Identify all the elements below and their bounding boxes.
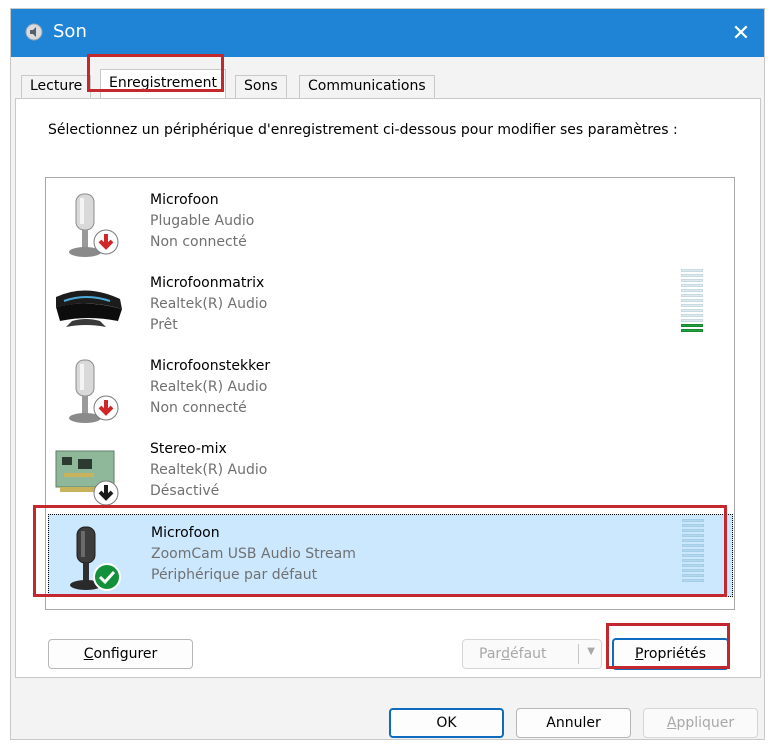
level-segment (682, 569, 704, 572)
level-segment (682, 554, 704, 557)
level-segment (681, 279, 703, 282)
microphone-icon (70, 526, 121, 591)
tab-lecture[interactable]: Lecture (21, 75, 92, 99)
device-driver: Plugable Audio (150, 213, 255, 229)
level-segment (682, 529, 704, 532)
level-segment (681, 274, 703, 277)
chevron-down-icon[interactable]: ▼ (587, 646, 595, 657)
title-bar[interactable]: Son ✕ (11, 9, 764, 57)
device-name: Microfoon (150, 192, 219, 208)
close-icon: ✕ (731, 20, 751, 46)
split-divider (578, 644, 579, 664)
level-segment (682, 544, 704, 547)
level-segment (681, 309, 703, 312)
device-name: Stereo-mix (150, 441, 227, 457)
level-segment (681, 324, 703, 327)
set-default-button[interactable]: Par d éfaut ▼ (462, 639, 602, 669)
close-button[interactable]: ✕ (718, 9, 764, 57)
list-item-selected[interactable]: Microfoon ZoomCam USB Audio Stream Périp… (48, 514, 733, 597)
level-segment (682, 534, 704, 537)
microphone-icon (69, 359, 119, 423)
level-segment (681, 269, 703, 272)
level-segment (681, 294, 703, 297)
level-segment (682, 519, 704, 522)
level-segment (681, 289, 703, 292)
level-segment (682, 539, 704, 542)
microphone-array-icon (56, 290, 122, 327)
device-driver: Realtek(R) Audio (150, 379, 268, 395)
sound-card-icon (55, 450, 119, 506)
device-driver: Realtek(R) Audio (150, 296, 268, 312)
level-meter (681, 269, 705, 335)
window-title: Son (53, 21, 87, 42)
instruction-text: Sélectionnez un périphérique d'enregistr… (48, 122, 678, 138)
device-status: Désactivé (150, 483, 220, 499)
recording-panel: Sélectionnez un périphérique d'enregistr… (15, 98, 761, 678)
speaker-icon (25, 23, 43, 41)
properties-button[interactable]: Propriétés (612, 638, 729, 670)
level-segment (682, 559, 704, 562)
ok-button[interactable]: OK (389, 708, 504, 738)
device-name: Microfoon (151, 525, 220, 541)
level-segment (681, 319, 703, 322)
device-driver: ZoomCam USB Audio Stream (151, 546, 356, 562)
device-status: Périphérique par défaut (151, 567, 318, 583)
level-segment (682, 574, 704, 577)
level-segment (682, 579, 704, 582)
level-segment (682, 524, 704, 527)
level-segment (681, 314, 703, 317)
level-segment (682, 564, 704, 567)
device-name: Microfoonstekker (150, 358, 271, 374)
device-driver: Realtek(R) Audio (150, 462, 268, 478)
tab-communications[interactable]: Communications (299, 75, 435, 99)
level-segment (681, 284, 703, 287)
device-name: Microfoonmatrix (150, 275, 265, 291)
device-status: Non connecté (150, 234, 247, 250)
device-list[interactable]: Microfoon Plugable Audio Non connecté Mi… (45, 177, 735, 610)
level-segment (681, 329, 703, 332)
cancel-button[interactable]: Annuler (516, 708, 631, 738)
list-item[interactable]: Microfoonmatrix Realtek(R) Audio Prêt (48, 265, 733, 348)
list-item[interactable]: Microfoon Plugable Audio Non connecté (48, 182, 733, 265)
tab-enregistrement[interactable]: Enregistrement (100, 69, 227, 99)
device-status: Non connecté (150, 400, 247, 416)
device-status: Prêt (150, 317, 178, 333)
list-item[interactable]: Stereo-mix Realtek(R) Audio Désactivé (48, 431, 733, 514)
apply-button[interactable]: Appliquer (643, 708, 758, 738)
list-item[interactable]: Microfoonstekker Realtek(R) Audio Non co… (48, 348, 733, 431)
level-segment (681, 299, 703, 302)
microphone-icon (69, 193, 119, 257)
level-segment (682, 549, 704, 552)
tab-sons[interactable]: Sons (235, 75, 287, 99)
level-meter (682, 519, 706, 585)
configure-button[interactable]: Configurer (48, 639, 193, 669)
level-segment (681, 304, 703, 307)
sound-dialog: Son ✕ Lecture Enregistrement Sons Commun… (10, 8, 765, 740)
